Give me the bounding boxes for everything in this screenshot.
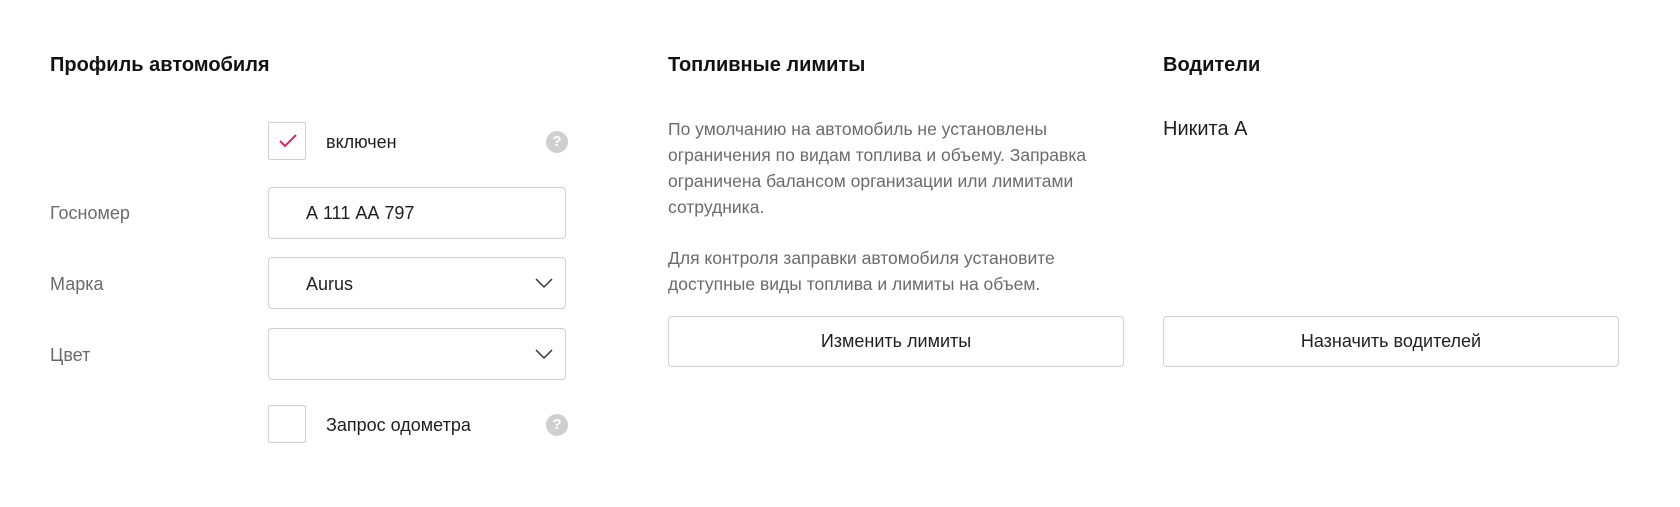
brand-select[interactable]: Aurus [268, 257, 566, 309]
odometer-checkbox-label: Запрос одометра [326, 415, 471, 435]
assign-drivers-button[interactable]: Назначить водителей [1163, 316, 1619, 367]
driver-list-item: Никита А [1163, 118, 1248, 140]
vehicle-settings-page: Профиль автомобиля включен ? Госномер Ма… [0, 0, 1680, 507]
question-circle-icon[interactable]: ? [546, 131, 568, 153]
profile-section-title: Профиль автомобиля [50, 54, 270, 76]
color-label: Цвет [50, 345, 91, 365]
plate-label: Госномер [50, 203, 130, 223]
color-select[interactable] [268, 328, 566, 380]
drivers-section-title: Водители [1163, 54, 1261, 76]
question-circle-icon[interactable]: ? [546, 414, 568, 436]
chevron-down-icon [535, 349, 553, 360]
brand-label: Марка [50, 274, 104, 294]
fuel-limits-section-title: Топливные лимиты [668, 54, 866, 76]
enabled-checkbox-label: включен [326, 132, 397, 152]
chevron-down-icon [535, 278, 553, 289]
enabled-checkbox[interactable] [268, 122, 306, 160]
plate-input[interactable] [268, 187, 566, 239]
checkmark-icon [279, 134, 297, 148]
fuel-limits-description: По умолчанию на автомобиль не установлен… [668, 119, 1087, 217]
fuel-limits-hint: Для контроля заправки автомобиля установ… [668, 248, 1055, 294]
brand-select-value: Aurus [306, 274, 354, 294]
change-limits-button[interactable]: Изменить лимиты [668, 316, 1124, 367]
odometer-checkbox[interactable] [268, 405, 306, 443]
